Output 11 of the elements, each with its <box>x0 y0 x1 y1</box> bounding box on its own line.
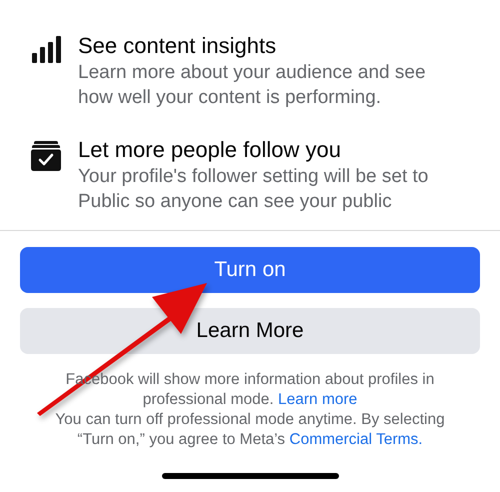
turn-on-button[interactable]: Turn on <box>20 247 480 293</box>
link[interactable]: Commercial Terms. <box>289 431 423 448</box>
info-text: You can turn off professional mode anytime. By selecting “Turn on,” you agree to Meta’s Commercial Terms. <box>54 410 446 450</box>
checked-tray-icon <box>30 140 62 172</box>
bar-chart-icon <box>31 36 61 64</box>
link[interactable]: Learn more <box>278 391 358 408</box>
learn-more-button[interactable]: Learn More <box>20 308 480 354</box>
feature-description: Your profile's follower setting will be set to Public so anyone can see your public <box>78 165 430 214</box>
feature-description: Learn more about your audience and see how well your content is performing. <box>78 61 427 110</box>
feature-title: See content insights <box>78 32 278 60</box>
feature-title: Let more people follow you <box>78 136 342 164</box>
